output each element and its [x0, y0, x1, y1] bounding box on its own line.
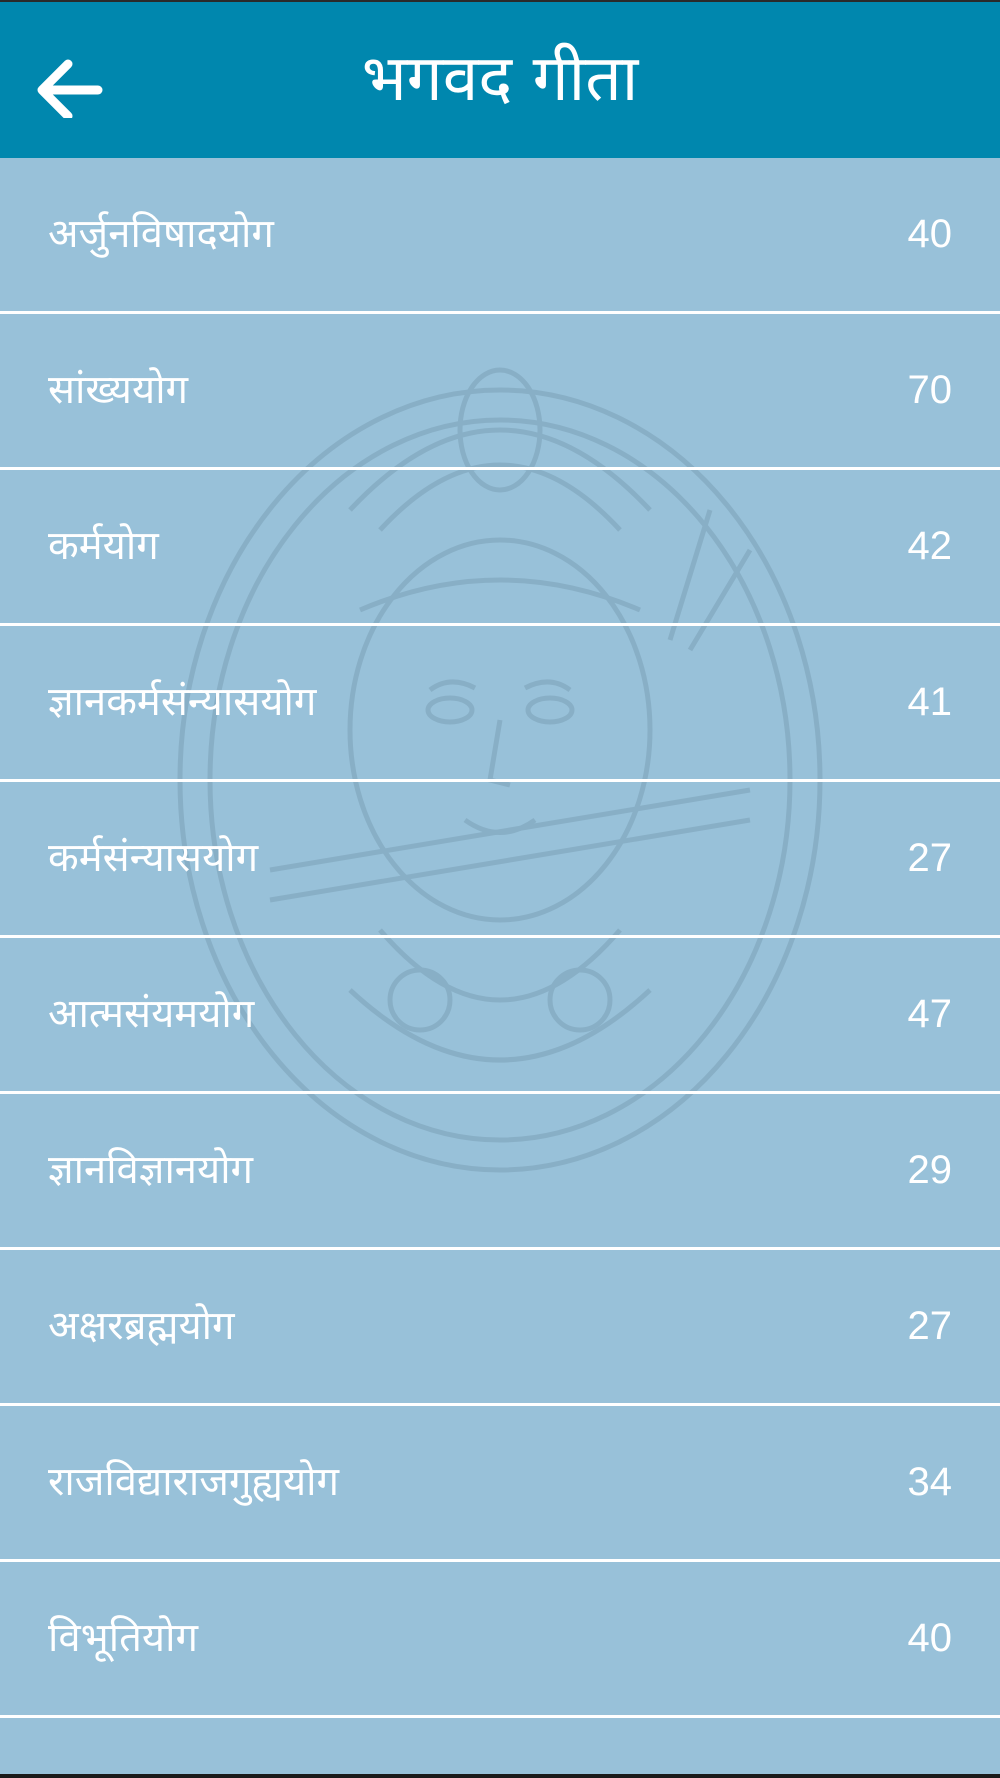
- list-item[interactable]: ज्ञानकर्मसंन्यासयोग 41: [0, 626, 1000, 782]
- verse-count: 42: [907, 524, 953, 568]
- chapter-list: अर्जुनविषादयोग 40 सांख्ययोग 70 कर्मयोग 42 ज्ञा…: [0, 158, 1000, 1718]
- verse-count: 34: [907, 1460, 953, 1504]
- list-item[interactable]: अक्षरब्रह्मयोग 27: [0, 1250, 1000, 1406]
- chapter-name: ज्ञानकर्मसंन्यासयोग: [48, 679, 317, 725]
- list-item[interactable]: अर्जुनविषादयोग 40: [0, 158, 1000, 314]
- list-continuation: [0, 1723, 1000, 1778]
- verse-count: 29: [907, 1148, 953, 1192]
- verse-count: 40: [907, 212, 953, 256]
- list-item[interactable]: आत्मसंयमयोग 47: [0, 938, 1000, 1094]
- list-item[interactable]: ज्ञानविज्ञानयोग 29: [0, 1094, 1000, 1250]
- page-title: भगवद गीता: [361, 42, 639, 116]
- chapter-name: सांख्ययोग: [48, 367, 189, 413]
- chapter-name: कर्मयोग: [48, 523, 159, 569]
- list-item[interactable]: कर्मयोग 42: [0, 470, 1000, 626]
- chapter-name: अक्षरब्रह्मयोग: [48, 1303, 235, 1349]
- list-item[interactable]: राजविद्याराजगुह्ययोग 34: [0, 1406, 1000, 1562]
- list-item[interactable]: कर्मसंन्यासयोग 27: [0, 782, 1000, 938]
- chapter-name: आत्मसंयमयोग: [48, 991, 255, 1037]
- chapter-name: अर्जुनविषादयोग: [48, 211, 274, 257]
- chapter-name: राजविद्याराजगुह्ययोग: [48, 1459, 340, 1505]
- verse-count: 40: [907, 1616, 953, 1660]
- app-bar: भगवद गीता: [0, 0, 1000, 158]
- verse-count: 27: [907, 836, 953, 880]
- verse-count: 41: [907, 680, 953, 724]
- screen: भगवद गीता अर्जुनविषादयोग 40 सांख्ययोग 70…: [0, 0, 1000, 1778]
- list-item[interactable]: विभूतियोग 40: [0, 1562, 1000, 1718]
- chapter-name: ज्ञानविज्ञानयोग: [48, 1147, 254, 1193]
- verse-count: 27: [907, 1304, 953, 1348]
- verse-count: 47: [907, 992, 953, 1036]
- chapter-name: विभूतियोग: [48, 1615, 198, 1661]
- chapter-name: कर्मसंन्यासयोग: [48, 835, 259, 881]
- list-item[interactable]: सांख्ययोग 70: [0, 314, 1000, 470]
- verse-count: 70: [907, 368, 953, 412]
